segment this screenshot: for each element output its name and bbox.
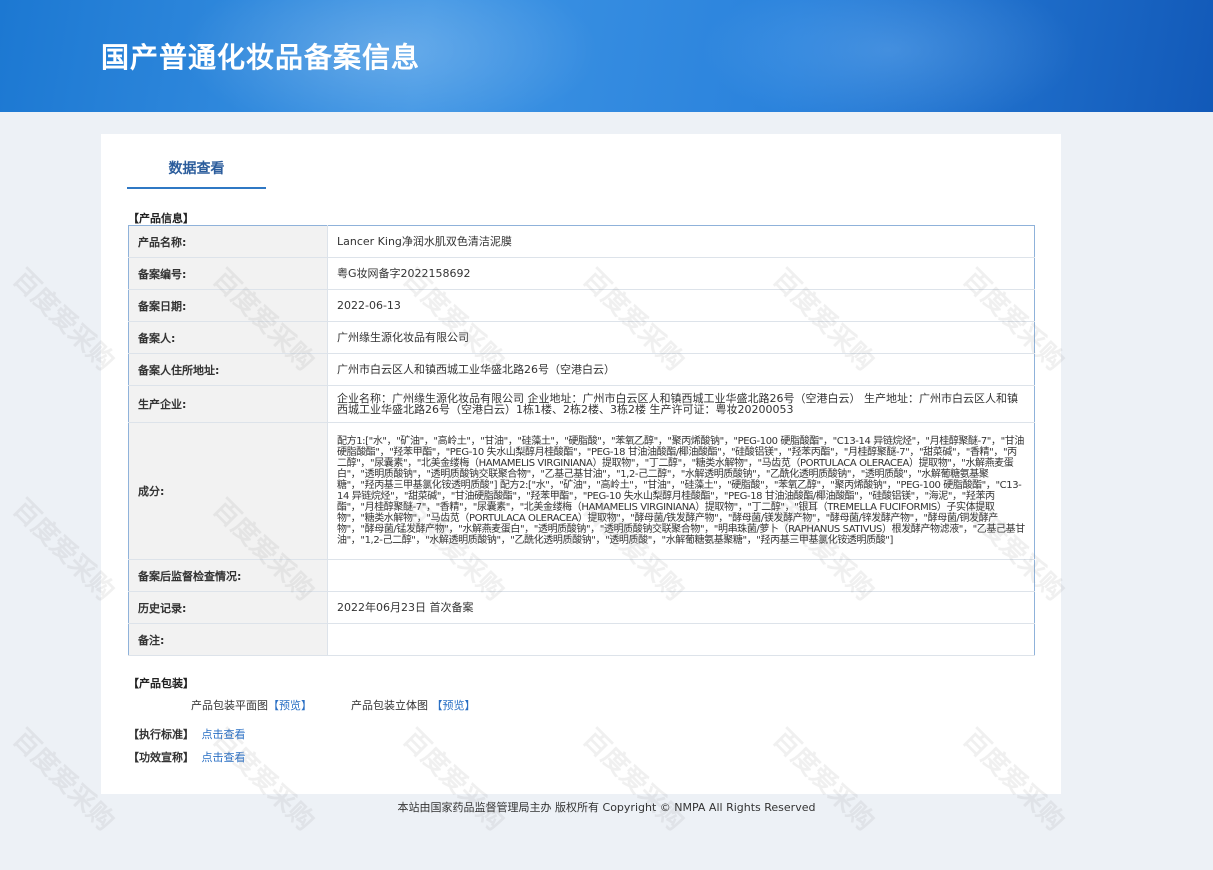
table-row: 产品名称: Lancer King净润水肌双色清洁泥膜 [128,225,1035,258]
ingredients-value: 配方1:["水"，"矿油"，"高岭土"，"甘油"，"硅藻土"，"硬脂酸"，"苯氧… [327,422,1035,560]
page-footer: 本站由国家药品监督管理局主办 版权所有 Copyright © NMPA All… [397,801,816,814]
inspection-value [327,559,1035,592]
row-label: 备案日期: [128,289,328,322]
remarks-value [327,623,1035,656]
efficacy-view-link[interactable]: 点击查看 [202,751,246,764]
table-row: 历史记录: 2022年06月23日 首次备案 [128,591,1035,624]
standard-label: 【执行标准】 [128,728,194,741]
filing-date-value: 2022-06-13 [327,289,1035,322]
header-glow [700,0,1080,112]
product-info-title: 【产品信息】 [128,212,194,225]
filer-address-value: 广州市白云区人和镇西城工业华盛北路26号（空港白云） [327,353,1035,386]
packaging-flat-preview-link[interactable]: 【预览】 [268,699,312,712]
tab-active-indicator [127,187,266,189]
history-value: 2022年06月23日 首次备案 [327,591,1035,624]
packaging-flat-label: 产品包装平面图 [191,699,268,712]
product-name-value: Lancer King净润水肌双色清洁泥膜 [327,225,1035,258]
packaging-solid-row: 产品包装立体图 【预览】 [351,697,476,713]
table-row: 备案人住所地址: 广州市白云区人和镇西城工业华盛北路26号（空港白云） [128,353,1035,386]
efficacy-row: 【功效宣称】 点击查看 [128,749,246,765]
manufacturer-value: 企业名称：广州缘生源化妆品有限公司 企业地址：广州市白云区人和镇西城工业华盛北路… [327,385,1035,423]
efficacy-label: 【功效宣称】 [128,751,194,764]
row-label: 成分: [128,422,328,560]
table-row: 备案日期: 2022-06-13 [128,289,1035,322]
row-label: 备案人: [128,321,328,354]
product-info-table: 产品名称: Lancer King净润水肌双色清洁泥膜 备案编号: 粤G妆网备字… [128,225,1035,656]
page-header: 国产普通化妆品备案信息 [0,0,1213,112]
table-row: 生产企业: 企业名称：广州缘生源化妆品有限公司 企业地址：广州市白云区人和镇西城… [128,385,1035,423]
packaging-title: 【产品包装】 [128,677,194,690]
page-title: 国产普通化妆品备案信息 [101,41,421,74]
row-label: 历史记录: [128,591,328,624]
table-row: 备案编号: 粤G妆网备字2022158692 [128,257,1035,290]
row-label: 备案后监督检查情况: [128,559,328,592]
row-label: 生产企业: [128,385,328,423]
table-row: 成分: 配方1:["水"，"矿油"，"高岭土"，"甘油"，"硅藻土"，"硬脂酸"… [128,422,1035,560]
packaging-solid-preview-link[interactable]: 【预览】 [432,699,476,712]
packaging-flat-row: 产品包装平面图【预览】 [191,697,312,713]
filing-number-value: 粤G妆网备字2022158692 [327,257,1035,290]
standard-row: 【执行标准】 点击查看 [128,726,246,742]
row-label: 备案人住所地址: [128,353,328,386]
row-label: 备案编号: [128,257,328,290]
standard-view-link[interactable]: 点击查看 [202,728,246,741]
table-row: 备案人: 广州缘生源化妆品有限公司 [128,321,1035,354]
packaging-solid-label: 产品包装立体图 [351,699,428,712]
table-row: 备案后监督检查情况: [128,559,1035,592]
row-label: 备注: [128,623,328,656]
content-panel: 数据查看 【产品信息】 产品名称: Lancer King净润水肌双色清洁泥膜 … [101,134,1061,794]
tab-data-view[interactable]: 数据查看 [127,158,266,188]
row-label: 产品名称: [128,225,328,258]
table-row: 备注: [128,623,1035,656]
filer-value: 广州缘生源化妆品有限公司 [327,321,1035,354]
